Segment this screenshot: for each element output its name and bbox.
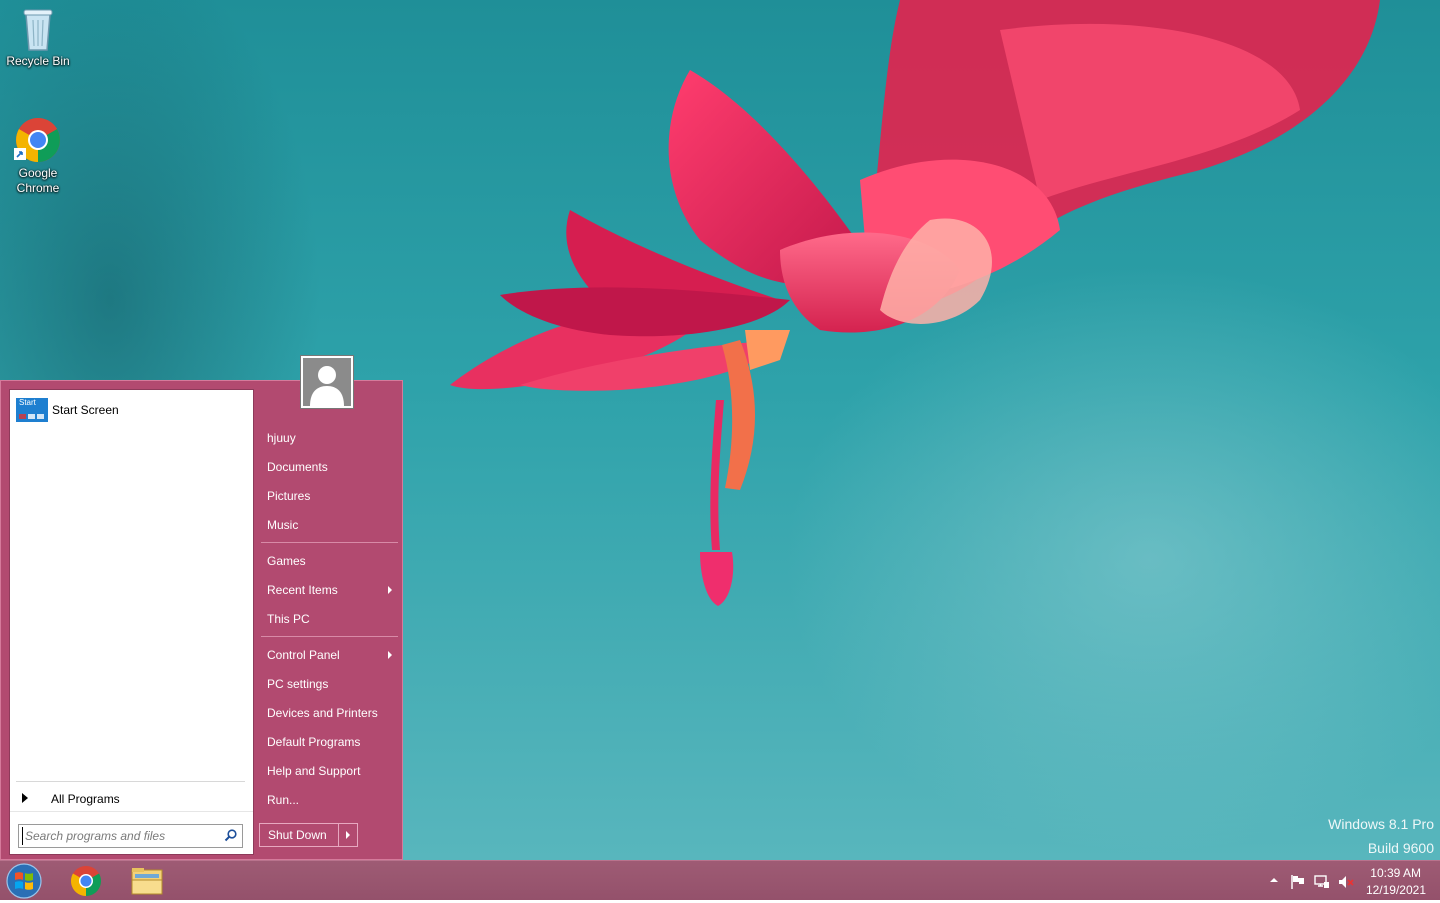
expand-arrow-icon: [22, 793, 28, 803]
all-programs-label: All Programs: [51, 792, 120, 806]
taskbar-file-explorer-button[interactable]: [122, 862, 172, 900]
menu-item-user-folder[interactable]: hjuuy: [261, 425, 398, 451]
search-input[interactable]: [22, 827, 221, 845]
menu-item-control-panel[interactable]: Control Panel: [261, 642, 398, 668]
pinned-item-start-screen[interactable]: Start Start Screen: [14, 397, 244, 425]
chrome-icon: [14, 118, 60, 162]
menu-item-label: Default Programs: [267, 735, 361, 749]
desktop-icon-google-chrome[interactable]: Google Chrome: [0, 116, 76, 196]
menu-item-devices-and-printers[interactable]: Devices and Printers: [261, 700, 398, 726]
divider: [10, 811, 253, 812]
menu-item-label: Pictures: [267, 489, 311, 503]
start-menu-places-pane: hjuuy Documents Pictures Music Games Rec…: [257, 381, 402, 859]
clock-time[interactable]: 10:39 AM: [1370, 866, 1421, 880]
taskbar: 10:39 AM 12/19/2021: [0, 860, 1440, 900]
clock-date[interactable]: 12/19/2021: [1366, 883, 1426, 897]
user-avatar-icon: [303, 358, 351, 406]
menu-item-pictures[interactable]: Pictures: [261, 483, 398, 509]
chevron-right-icon: [346, 831, 350, 839]
menu-item-label: Help and Support: [267, 764, 361, 778]
chrome-label-line1: Google: [18, 166, 58, 180]
volume-muted-icon[interactable]: [1338, 874, 1354, 890]
divider: [261, 542, 398, 543]
start-menu-programs-pane: Start Start Screen All Programs: [9, 389, 254, 855]
network-icon[interactable]: [1314, 874, 1330, 890]
menu-item-label: This PC: [267, 612, 310, 626]
desktop-icon-recycle-bin[interactable]: Recycle Bin: [0, 6, 76, 69]
action-center-flag-icon[interactable]: [1290, 874, 1306, 890]
taskbar-chrome-button[interactable]: [62, 862, 110, 900]
menu-item-label: PC settings: [267, 677, 329, 691]
chrome-icon: [70, 866, 102, 896]
start-screen-tile-icon: Start: [16, 398, 48, 422]
show-hidden-icons-chevron-icon[interactable]: [1269, 876, 1279, 884]
divider: [16, 781, 245, 782]
search-box[interactable]: [18, 824, 243, 848]
user-picture[interactable]: [300, 355, 354, 409]
start-button[interactable]: [4, 862, 50, 900]
watermark-build: Build 9600: [1367, 840, 1434, 856]
submenu-arrow-icon: [388, 651, 392, 659]
shutdown-options-button[interactable]: [338, 824, 357, 846]
menu-item-games[interactable]: Games: [261, 548, 398, 574]
menu-item-default-programs[interactable]: Default Programs: [261, 729, 398, 755]
start-tile-text: Start: [19, 398, 36, 407]
menu-item-label: Control Panel: [267, 648, 340, 662]
windows-watermark: Windows 8.1 Pro Build 9600: [1328, 812, 1434, 860]
menu-item-label: Run...: [267, 793, 300, 807]
recycle-bin-icon: [23, 9, 53, 51]
file-explorer-icon: [131, 868, 163, 895]
menu-item-label: Games: [267, 554, 306, 568]
menu-item-run[interactable]: Run...: [261, 787, 398, 813]
menu-item-music[interactable]: Music: [261, 512, 398, 538]
shutdown-button[interactable]: Shut Down: [259, 823, 358, 847]
menu-item-pc-settings[interactable]: PC settings: [261, 671, 398, 697]
menu-item-label: Recent Items: [267, 583, 338, 597]
chrome-label-line2: Chrome: [16, 181, 60, 195]
start-screen-label: Start Screen: [52, 403, 119, 417]
submenu-arrow-icon: [388, 586, 392, 594]
menu-item-recent-items[interactable]: Recent Items: [261, 577, 398, 603]
menu-item-label: Documents: [267, 460, 328, 474]
system-tray: 10:39 AM 12/19/2021: [1260, 861, 1440, 901]
menu-item-label: hjuuy: [267, 431, 296, 445]
all-programs-button[interactable]: All Programs: [16, 787, 244, 811]
menu-item-this-pc[interactable]: This PC: [261, 606, 398, 632]
divider: [261, 636, 398, 637]
menu-item-label: Devices and Printers: [267, 706, 378, 720]
shutdown-label: Shut Down: [268, 828, 327, 842]
recycle-bin-label: Recycle Bin: [6, 54, 70, 68]
start-menu: Start Start Screen All Programs hjuuy Do…: [0, 380, 403, 860]
search-icon[interactable]: [224, 829, 237, 842]
menu-item-documents[interactable]: Documents: [261, 454, 398, 480]
watermark-edition: Windows 8.1 Pro: [1328, 816, 1434, 832]
menu-item-help-and-support[interactable]: Help and Support: [261, 758, 398, 784]
start-orb-icon: [6, 863, 42, 899]
menu-item-label: Music: [267, 518, 299, 532]
